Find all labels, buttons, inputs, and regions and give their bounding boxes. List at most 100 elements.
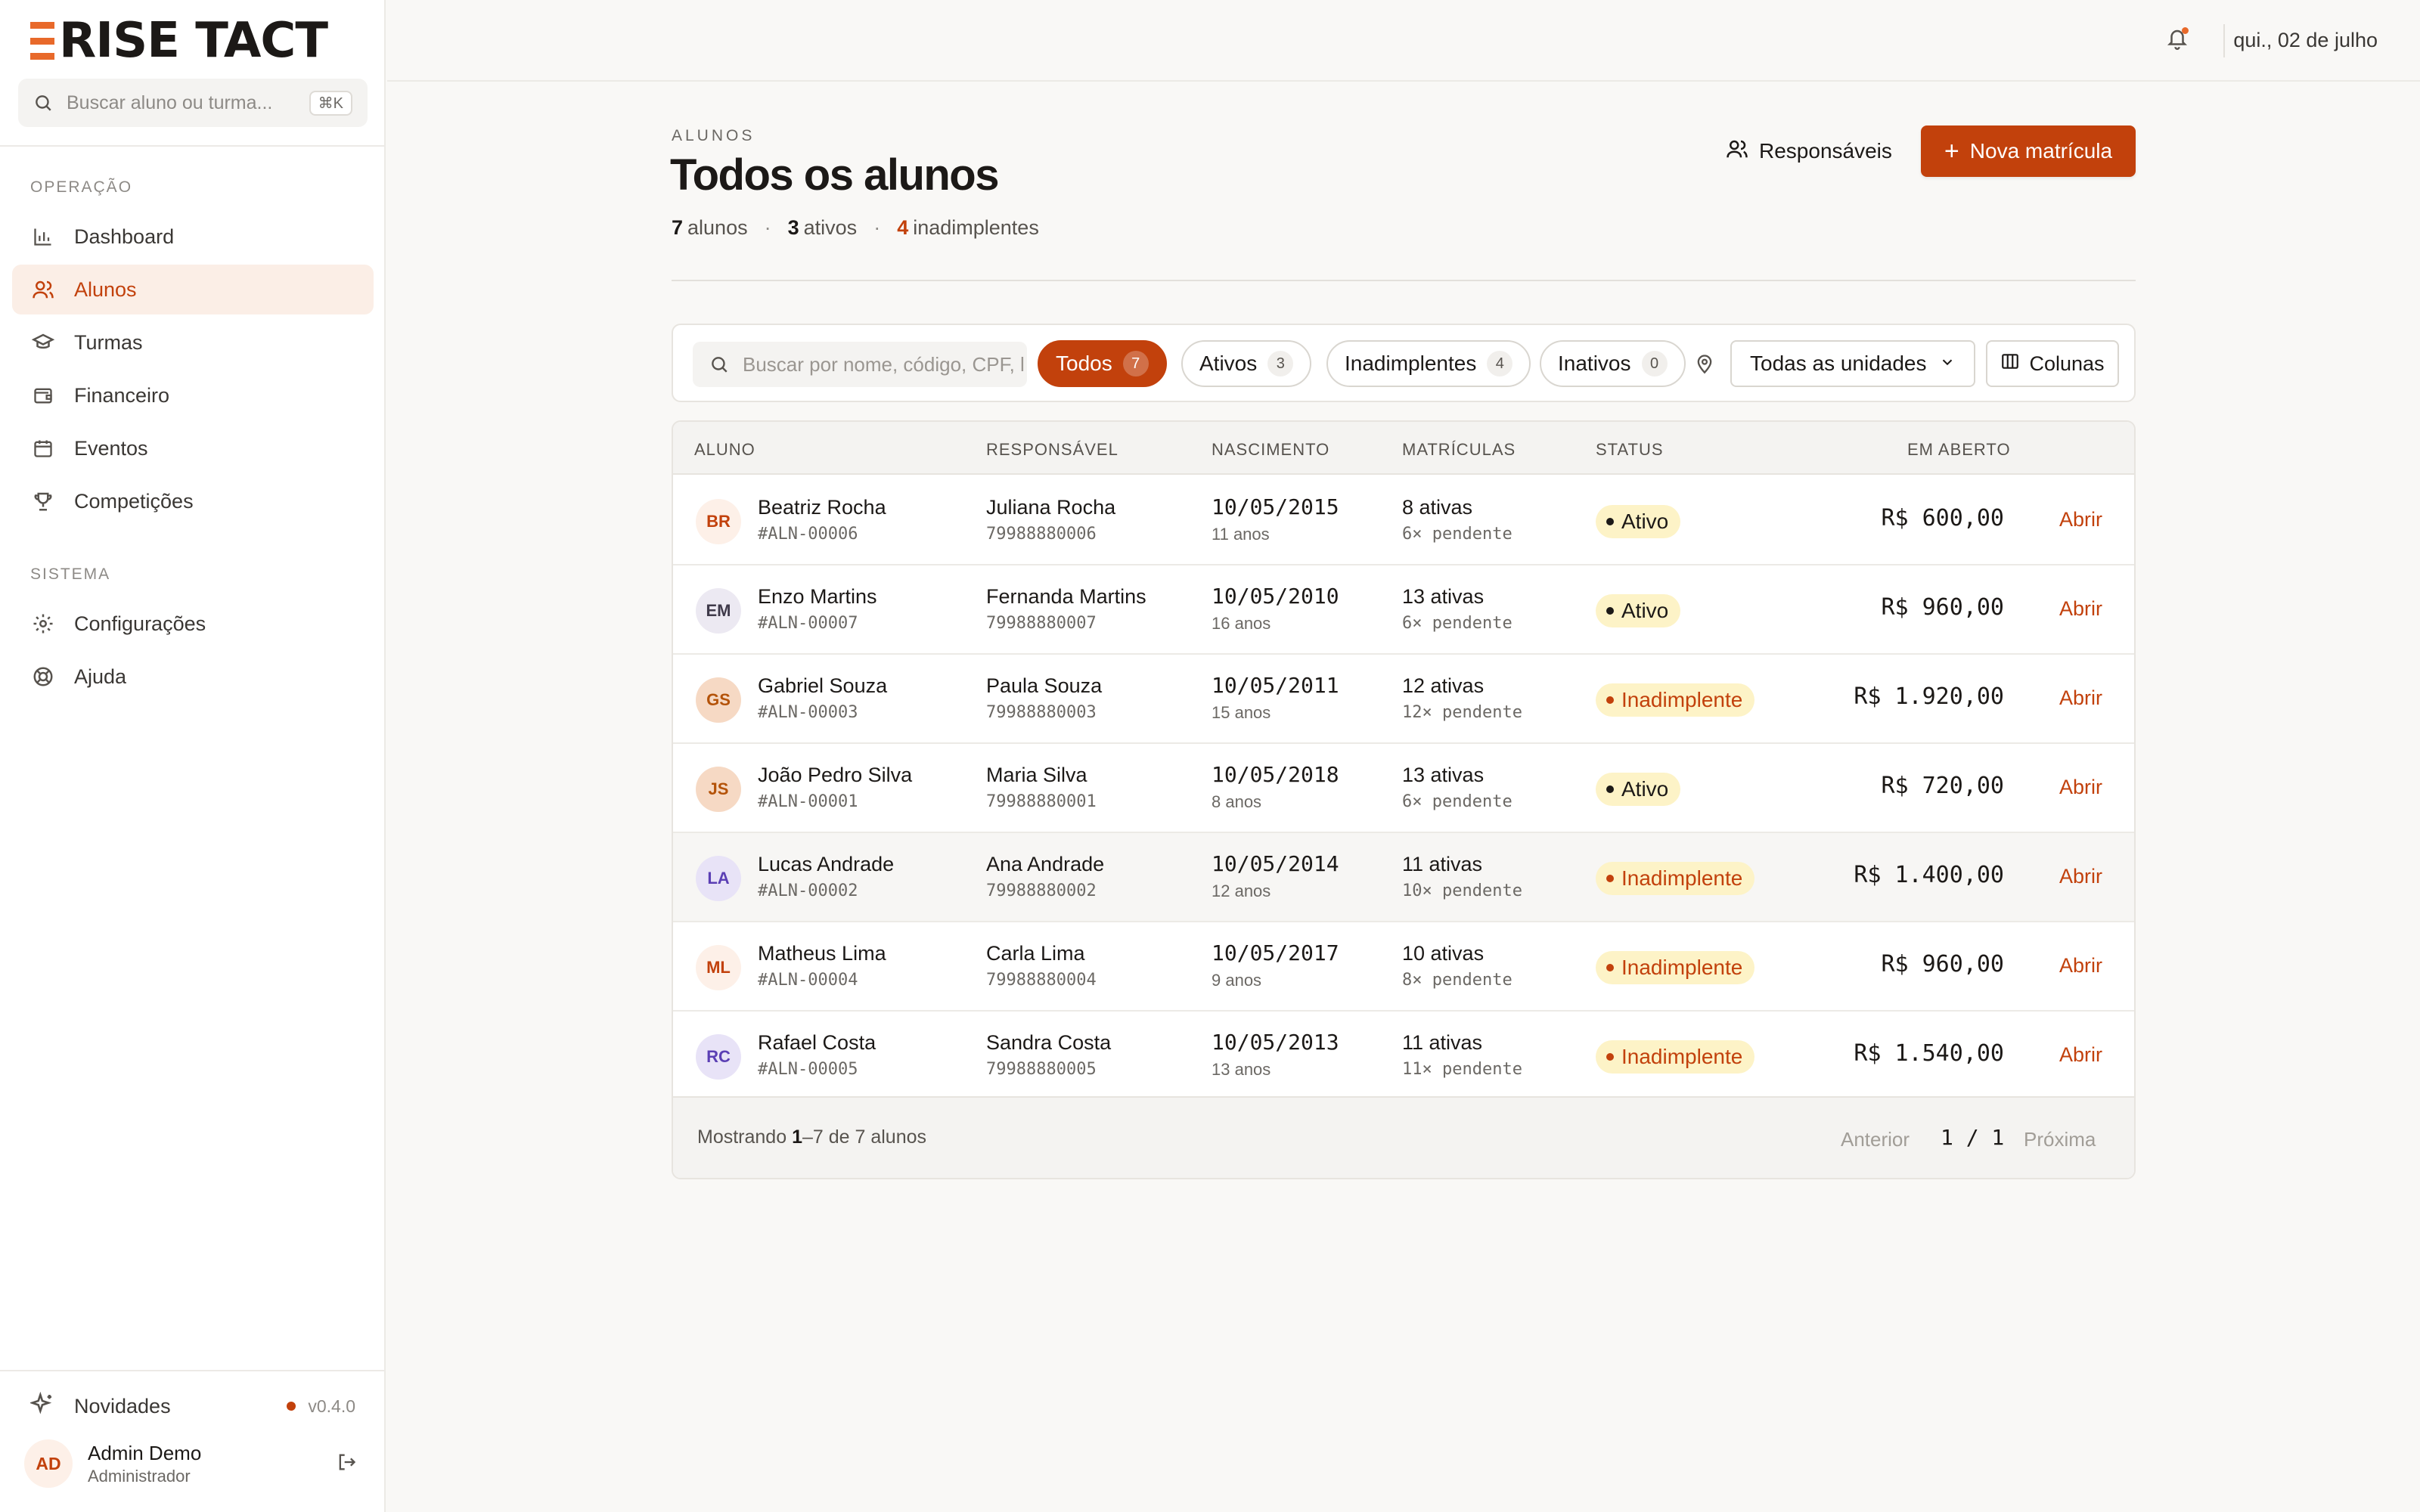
birth-date: 10/05/2015 bbox=[1212, 494, 1339, 519]
open-student-link[interactable]: Abrir bbox=[2059, 776, 2102, 799]
status-dot bbox=[1606, 964, 1614, 971]
columns-button[interactable]: Colunas bbox=[1986, 340, 2119, 387]
open-student-link[interactable]: Abrir bbox=[2059, 1043, 2102, 1067]
logo-mark-icon bbox=[30, 22, 54, 60]
open-amount: R$ 1.920,00 bbox=[1854, 683, 2004, 710]
filter-chip-ativos[interactable]: Ativos 3 bbox=[1181, 340, 1312, 387]
total-count: 7 bbox=[672, 216, 684, 239]
avatar: BR bbox=[696, 499, 741, 544]
sidebar-item-turmas[interactable]: Turmas bbox=[12, 318, 374, 367]
sidebar-item-financeiro[interactable]: Financeiro bbox=[12, 370, 374, 420]
logout-icon[interactable] bbox=[336, 1452, 357, 1476]
open-amount: R$ 600,00 bbox=[1881, 505, 2004, 531]
user-role: Administrador bbox=[88, 1466, 191, 1486]
active-count: 3 bbox=[787, 216, 799, 239]
table-row[interactable]: EM Enzo Martins #ALN-00007 Fernanda Martins… bbox=[673, 565, 2134, 655]
active-enrollments: 11 ativas bbox=[1402, 1031, 1483, 1054]
status-label: Ativo bbox=[1621, 777, 1669, 801]
sidebar-item-configuracoes[interactable]: Configurações bbox=[12, 599, 374, 649]
status-dot bbox=[1606, 1053, 1614, 1061]
column-header-nascimento[interactable]: NASCIMENTO bbox=[1212, 440, 1329, 460]
users-icon bbox=[30, 277, 56, 302]
top-bar: qui., 02 de julho bbox=[387, 0, 2420, 82]
birth-date: 10/05/2017 bbox=[1212, 940, 1339, 965]
current-date: qui., 02 de julho bbox=[2233, 29, 2378, 51]
news-link[interactable]: Novidades v0.4.0 bbox=[29, 1391, 355, 1421]
filter-chip-todos[interactable]: Todos 7 bbox=[1038, 340, 1167, 387]
column-header-aluno[interactable]: ALUNO bbox=[694, 440, 755, 460]
search-shortcut-badge: ⌘K bbox=[309, 90, 352, 116]
filter-chip-inativos[interactable]: Inativos 0 bbox=[1540, 340, 1686, 387]
unit-select-value: Todas as unidades bbox=[1750, 352, 1927, 375]
table-header: ALUNO RESPONSÁVEL NASCIMENTO MATRÍCULAS … bbox=[673, 422, 2134, 475]
chip-label: Todos bbox=[1056, 352, 1112, 375]
birth-date: 10/05/2011 bbox=[1212, 673, 1339, 698]
sidebar-divider bbox=[0, 1370, 384, 1371]
avatar: EM bbox=[696, 588, 741, 634]
sidebar-item-alunos[interactable]: Alunos bbox=[12, 265, 374, 314]
sidebar-item-dashboard[interactable]: Dashboard bbox=[12, 212, 374, 262]
brand-logo[interactable]: RISE TACT bbox=[30, 17, 328, 65]
status-badge: Inadimplente bbox=[1596, 951, 1755, 984]
new-enrollment-button[interactable]: + Nova matrícula bbox=[1921, 125, 2136, 177]
status-badge: Inadimplente bbox=[1596, 862, 1755, 895]
status-label: Ativo bbox=[1621, 599, 1669, 622]
table-row[interactable]: GS Gabriel Souza #ALN-00003 Paula Souza 7998… bbox=[673, 655, 2134, 744]
open-student-link[interactable]: Abrir bbox=[2059, 508, 2102, 531]
bell-icon[interactable] bbox=[2166, 26, 2189, 55]
table-row[interactable]: JS João Pedro Silva #ALN-00001 Maria Silva 7… bbox=[673, 744, 2134, 833]
student-age: 15 anos bbox=[1212, 703, 1271, 722]
overdue-label: inadimplentes bbox=[913, 216, 1039, 239]
guardian-name: Juliana Rocha bbox=[986, 496, 1116, 519]
student-code: #ALN-00003 bbox=[758, 703, 858, 722]
sidebar-item-label: Turmas bbox=[74, 330, 143, 354]
user-name: Admin Demo bbox=[88, 1441, 202, 1464]
previous-page-button[interactable]: Anterior bbox=[1841, 1128, 1910, 1151]
open-student-link[interactable]: Abrir bbox=[2059, 954, 2102, 978]
sidebar-item-competicoes[interactable]: Competições bbox=[12, 476, 374, 526]
bar-chart-icon bbox=[30, 224, 56, 249]
student-age: 8 anos bbox=[1212, 792, 1262, 811]
column-header-status[interactable]: STATUS bbox=[1596, 440, 1664, 460]
columns-icon bbox=[2000, 352, 2020, 376]
guardians-button[interactable]: Responsáveis bbox=[1714, 125, 1904, 177]
open-student-link[interactable]: Abrir bbox=[2059, 686, 2102, 710]
global-search-input[interactable]: Buscar aluno ou turma... ⌘K bbox=[18, 79, 368, 127]
unit-select[interactable]: Todas as unidades bbox=[1730, 340, 1975, 387]
page-indicator: 1 / 1 bbox=[1941, 1125, 2005, 1150]
graduation-cap-icon bbox=[30, 330, 56, 355]
sidebar-item-label: Configurações bbox=[74, 612, 206, 635]
student-age: 12 anos bbox=[1212, 881, 1271, 900]
table-row[interactable]: LA Lucas Andrade #ALN-00002 Ana Andrade 7998… bbox=[673, 833, 2134, 922]
table-row[interactable]: ML Matheus Lima #ALN-00004 Carla Lima 799888… bbox=[673, 922, 2134, 1012]
topbar-divider bbox=[2223, 24, 2225, 57]
active-enrollments: 13 ativas bbox=[1402, 585, 1485, 608]
guardian-name: Carla Lima bbox=[986, 942, 1085, 965]
guardian-phone: 79988880007 bbox=[986, 614, 1097, 633]
user-profile[interactable]: AD Admin Demo Administrador bbox=[24, 1439, 357, 1488]
chip-label: Inativos bbox=[1558, 352, 1631, 375]
active-label: ativos bbox=[803, 216, 858, 239]
birth-date: 10/05/2010 bbox=[1212, 584, 1339, 609]
filter-chip-inadimplentes[interactable]: Inadimplentes 4 bbox=[1326, 340, 1531, 387]
status-badge: Inadimplente bbox=[1596, 683, 1755, 717]
active-enrollments: 11 ativas bbox=[1402, 853, 1483, 875]
total-label: alunos bbox=[687, 216, 748, 239]
student-code: #ALN-00005 bbox=[758, 1060, 858, 1079]
column-header-matriculas[interactable]: MATRÍCULAS bbox=[1402, 440, 1516, 460]
student-name: Gabriel Souza bbox=[758, 674, 888, 697]
guardian-phone: 79988880004 bbox=[986, 971, 1097, 990]
sidebar-item-ajuda[interactable]: Ajuda bbox=[12, 652, 374, 702]
table-row[interactable]: RC Rafael Costa #ALN-00005 Sandra Costa 7998… bbox=[673, 1012, 2134, 1101]
open-student-link[interactable]: Abrir bbox=[2059, 865, 2102, 888]
active-enrollments: 13 ativas bbox=[1402, 764, 1485, 786]
next-page-button[interactable]: Próxima bbox=[2024, 1128, 2096, 1151]
open-student-link[interactable]: Abrir bbox=[2059, 597, 2102, 621]
column-header-responsavel[interactable]: RESPONSÁVEL bbox=[986, 440, 1118, 460]
open-amount: R$ 960,00 bbox=[1881, 594, 2004, 621]
open-amount: R$ 960,00 bbox=[1881, 951, 2004, 978]
student-search-input[interactable]: Buscar por nome, código, CPF, l bbox=[693, 342, 1027, 387]
column-header-em-aberto[interactable]: EM ABERTO bbox=[1907, 440, 2011, 460]
sidebar-item-eventos[interactable]: Eventos bbox=[12, 423, 374, 473]
table-row[interactable]: BR Beatriz Rocha #ALN-00006 Juliana Rocha 79… bbox=[673, 476, 2134, 565]
